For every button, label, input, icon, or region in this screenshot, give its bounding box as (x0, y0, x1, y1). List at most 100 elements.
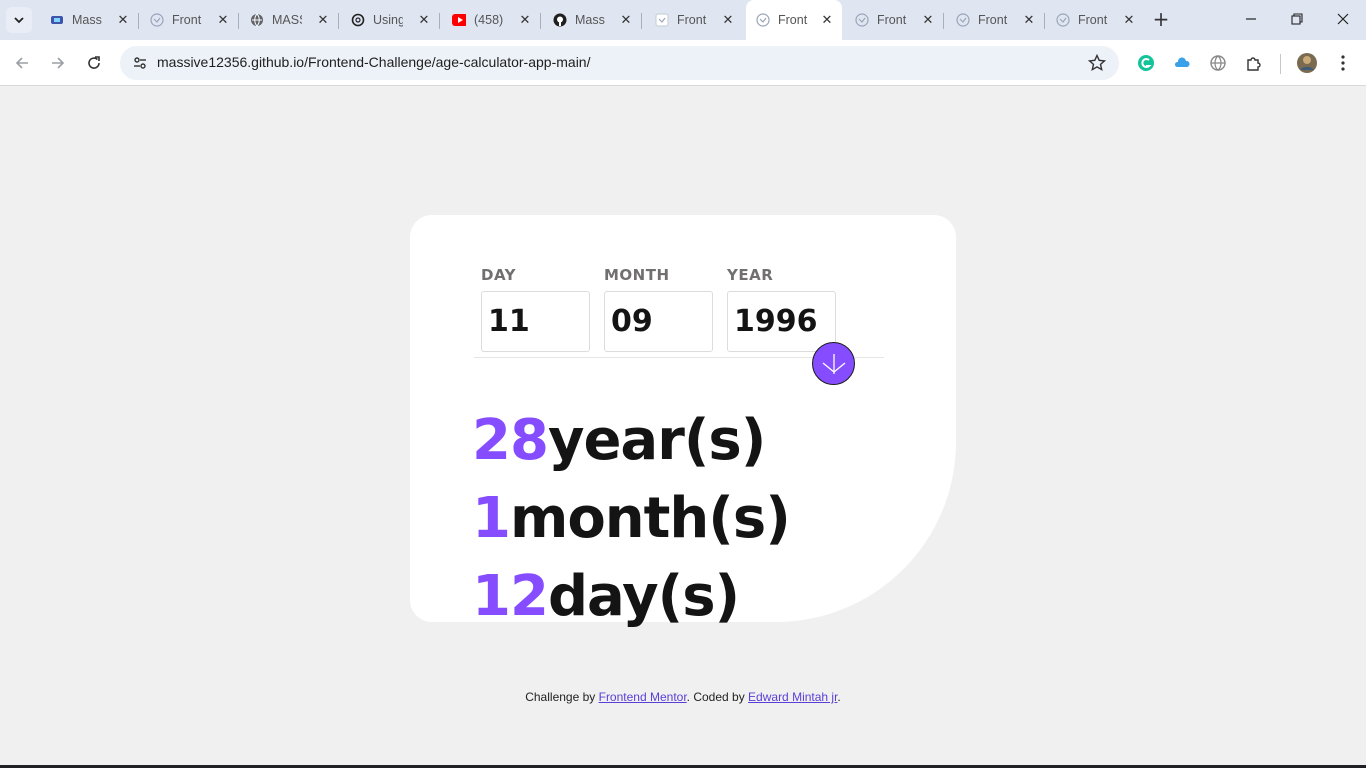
forward-button[interactable] (46, 51, 70, 75)
tab-11[interactable]: Front ✕ (1046, 6, 1144, 34)
tab-separator (943, 13, 944, 29)
tab-8-active[interactable]: Front ✕ (746, 0, 842, 40)
page-body: DAY MONTH YEAR 28year(s) 1month(s) 12day… (0, 87, 1366, 768)
day-input[interactable] (481, 291, 590, 352)
author-link[interactable]: Edward Mintah jr (748, 690, 837, 704)
tab-title: Front (978, 13, 1008, 27)
url-text[interactable]: massive12356.github.io/Frontend-Challeng… (157, 54, 590, 70)
attribution-prefix: Challenge by (525, 690, 599, 704)
browser-toolbar: massive12356.github.io/Frontend-Challeng… (0, 40, 1366, 86)
tab-separator (540, 13, 541, 29)
cloud-extension-icon[interactable] (1171, 52, 1193, 74)
tab-separator (641, 13, 642, 29)
tab-4[interactable]: Using ✕ (341, 6, 440, 34)
address-bar[interactable]: massive12356.github.io/Frontend-Challeng… (120, 46, 1119, 80)
days-unit: day(s) (547, 564, 740, 629)
openai-icon (351, 13, 365, 27)
reload-button[interactable] (82, 51, 106, 75)
close-icon[interactable]: ✕ (921, 13, 935, 27)
close-icon[interactable]: ✕ (316, 13, 330, 27)
tab-1[interactable]: Massi ✕ (40, 6, 139, 34)
profile-avatar[interactable] (1296, 52, 1318, 74)
months-value: 1 (472, 486, 511, 551)
day-label: DAY (481, 266, 516, 284)
reload-icon (88, 56, 100, 69)
bookmark-star-icon[interactable] (1087, 53, 1107, 73)
tab-title: Front (877, 13, 907, 27)
close-icon[interactable]: ✕ (619, 13, 633, 27)
site-favicon-icon (956, 13, 970, 27)
close-icon[interactable]: ✕ (417, 13, 431, 27)
close-icon[interactable]: ✕ (216, 13, 230, 27)
tab-title: Massi (575, 13, 605, 27)
grammarly-extension-icon[interactable] (1135, 52, 1157, 74)
new-tab-button[interactable]: + (1150, 9, 1172, 31)
tab-title: Using (373, 13, 403, 27)
tab-6[interactable]: Massi ✕ (543, 6, 642, 34)
minimize-button[interactable] (1241, 10, 1261, 30)
tab-title: Front (778, 13, 808, 27)
result-years: 28year(s) (472, 406, 766, 476)
result-months: 1month(s) (472, 484, 791, 554)
close-icon[interactable]: ✕ (518, 13, 532, 27)
close-icon[interactable]: ✕ (1022, 13, 1036, 27)
tab-separator (338, 13, 339, 29)
close-icon[interactable]: ✕ (1122, 13, 1136, 27)
close-icon[interactable]: ✕ (116, 13, 130, 27)
restore-button[interactable] (1287, 10, 1307, 30)
close-icon[interactable]: ✕ (721, 13, 735, 27)
globe-extension-icon[interactable] (1207, 52, 1229, 74)
attribution: Challenge by Frontend Mentor. Coded by E… (0, 690, 1366, 704)
tab-separator (138, 13, 139, 29)
chevron-down-icon (14, 17, 24, 24)
browser-menu-button[interactable] (1332, 52, 1354, 74)
close-icon (1337, 13, 1349, 25)
year-input[interactable] (727, 291, 836, 352)
tab-2[interactable]: Front ✕ (140, 6, 239, 34)
attribution-middle: . Coded by (686, 690, 749, 704)
back-button[interactable] (10, 51, 34, 75)
frontend-mentor-link[interactable]: Frontend Mentor (599, 690, 687, 704)
days-value: 12 (472, 564, 549, 629)
github-icon (553, 13, 567, 27)
youtube-icon (452, 13, 466, 27)
arrow-right-icon (52, 57, 65, 69)
site-favicon-icon (655, 13, 669, 27)
years-value: 28 (472, 408, 549, 473)
toolbar-divider (1280, 54, 1281, 74)
tab-7[interactable]: Front ✕ (645, 6, 743, 34)
close-window-button[interactable] (1333, 10, 1353, 30)
site-favicon-icon (1056, 13, 1070, 27)
calculate-button[interactable] (812, 342, 855, 385)
tab-title: Front (677, 13, 707, 27)
more-vertical-icon (1341, 55, 1345, 71)
months-unit: month(s) (509, 486, 791, 551)
extensions-puzzle-icon[interactable] (1243, 52, 1265, 74)
arrow-down-icon (822, 353, 845, 374)
tab-title: Front (1078, 13, 1108, 27)
tab-5[interactable]: (458) ✕ (442, 6, 541, 34)
month-input[interactable] (604, 291, 713, 352)
years-unit: year(s) (547, 408, 766, 473)
tab-strip: Massi ✕ Front ✕ MASS ✕ Using ✕ (458) ✕ M… (0, 0, 1366, 40)
result-days: 12day(s) (472, 562, 740, 632)
close-icon[interactable]: ✕ (820, 13, 834, 27)
tab-search-button[interactable] (6, 7, 32, 33)
site-info-icon[interactable] (128, 51, 152, 75)
tab-title: (458) (474, 13, 504, 27)
age-calculator-card: DAY MONTH YEAR 28year(s) 1month(s) 12day… (410, 215, 956, 629)
globe-icon (250, 13, 264, 27)
tab-9[interactable]: Front ✕ (845, 6, 944, 34)
site-favicon-icon (756, 13, 770, 27)
month-label: MONTH (604, 266, 670, 284)
tab-separator (439, 13, 440, 29)
tab-separator (1044, 13, 1045, 29)
tab-10[interactable]: Front ✕ (946, 6, 1045, 34)
tab-3[interactable]: MASS ✕ (240, 6, 339, 34)
tab-title: Front (172, 13, 202, 27)
arrow-left-icon (15, 57, 28, 69)
year-label: YEAR (727, 266, 774, 284)
tab-separator (238, 13, 239, 29)
frontend-mentor-icon (50, 13, 64, 27)
tab-title: Massi (72, 13, 102, 27)
